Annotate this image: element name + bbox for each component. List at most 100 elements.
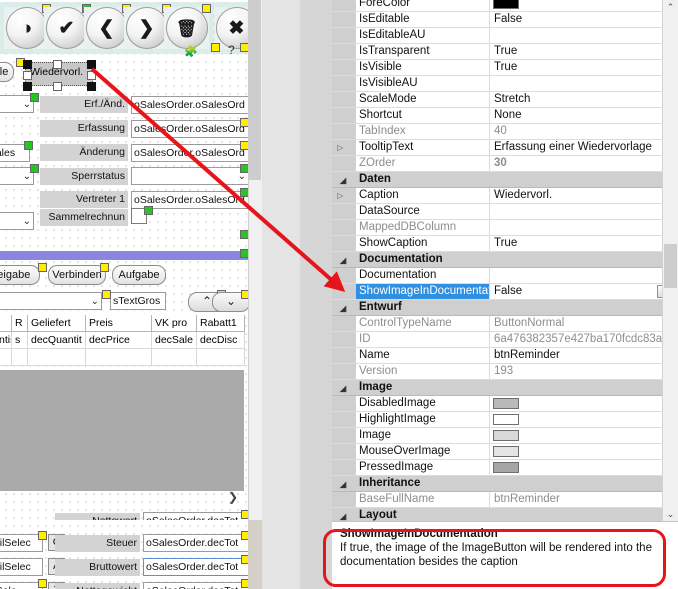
field-value[interactable]: oSalesOrder.decTot <box>143 534 248 552</box>
selection-handle[interactable] <box>23 71 32 80</box>
resize-handle[interactable] <box>30 164 39 173</box>
property-row[interactable]: Documentation <box>332 268 678 284</box>
category-collapse-icon[interactable]: ◢ <box>340 256 349 265</box>
field-value[interactable]: oSalesOrder.oSalesOrd <box>131 144 248 162</box>
property-value[interactable] <box>489 268 678 283</box>
property-name[interactable]: ID <box>356 332 489 347</box>
resize-handle[interactable] <box>100 263 109 272</box>
resize-handle[interactable] <box>241 555 248 564</box>
property-row[interactable]: ◢Daten <box>332 172 678 188</box>
grid-cell[interactable] <box>86 349 152 366</box>
property-value[interactable]: images/NVButton4.png <box>489 396 678 411</box>
resize-handle[interactable] <box>240 230 248 239</box>
property-row[interactable]: Version193 <box>332 364 678 380</box>
property-value[interactable]: btnReminder <box>489 348 678 363</box>
property-grid-scrollbar-thumb[interactable] <box>664 244 677 288</box>
toolbar-button-next[interactable]: ❯ <box>124 7 169 49</box>
selection-handle[interactable] <box>87 71 96 80</box>
property-name[interactable]: Image <box>356 380 676 395</box>
resize-handle[interactable] <box>240 141 248 150</box>
property-name[interactable]: ShowCaption <box>356 236 489 251</box>
grid-cell[interactable]: ntis <box>0 332 12 349</box>
property-row[interactable]: ShowCaptionTrue <box>332 236 678 252</box>
grid-cell[interactable]: decSale <box>152 332 197 349</box>
designer-canvas-lower[interactable]: tailSelec C Steuer oSalesOrder.decTot ta… <box>0 520 248 589</box>
property-value[interactable] <box>489 28 678 43</box>
property-row[interactable]: IsTransparentTrue <box>332 44 678 60</box>
property-name[interactable]: Version <box>356 364 489 379</box>
resize-handle[interactable] <box>240 43 248 52</box>
property-name[interactable]: Caption <box>356 188 489 203</box>
resize-handle[interactable] <box>241 290 248 299</box>
help-icon[interactable]: ? <box>228 43 235 57</box>
property-row[interactable]: TabIndex40 <box>332 124 678 140</box>
property-value[interactable]: 30 <box>489 156 678 171</box>
property-value[interactable] <box>489 220 678 235</box>
property-row[interactable]: ▷CaptionWiedervorl. <box>332 188 678 204</box>
scroll-down-arrow[interactable]: ⌄ <box>664 507 677 521</box>
property-name[interactable]: Documentation <box>356 268 489 283</box>
property-name[interactable]: Name <box>356 348 489 363</box>
resize-handle[interactable] <box>241 531 248 540</box>
combo-sperrstatus-left[interactable]: ⌄ <box>0 167 34 185</box>
property-name[interactable]: IsTransparent <box>356 44 489 59</box>
toolbar-button-check[interactable]: ✔ <box>44 7 89 49</box>
property-row[interactable]: ShowImageInDocumentationFalse⌄ <box>332 284 678 300</box>
property-row[interactable]: ▷TooltipTextErfassung einer Wiedervorlag… <box>332 140 678 156</box>
property-value[interactable] <box>489 204 678 219</box>
property-row[interactable]: BaseFullNamebtnReminder <box>332 492 678 508</box>
property-row[interactable]: ZOrder30 <box>332 156 678 172</box>
property-row[interactable]: IsEditableAU <box>332 28 678 44</box>
grid-cell[interactable] <box>12 349 28 366</box>
resize-handle[interactable] <box>240 188 248 197</box>
property-value[interactable] <box>489 76 678 91</box>
property-row[interactable]: ◢Inheritance <box>332 476 678 492</box>
field-detailselect[interactable]: tailSelec <box>0 534 43 552</box>
property-value[interactable]: btnReminder <box>489 492 678 507</box>
property-name[interactable]: PressedImage <box>356 460 489 475</box>
property-name[interactable]: Inheritance <box>356 476 676 491</box>
property-row[interactable]: NamebtnReminder <box>332 348 678 364</box>
property-row[interactable]: MappedDBColumn <box>332 220 678 236</box>
selection-handle[interactable] <box>87 60 96 69</box>
property-name[interactable]: TooltipText <box>356 140 489 155</box>
grid-cell[interactable] <box>28 349 86 366</box>
grid-header-cell[interactable] <box>0 315 12 332</box>
property-name[interactable]: IsVisible <box>356 60 489 75</box>
property-name[interactable]: IsVisibleAU <box>356 76 489 91</box>
property-expand-icon[interactable]: ▷ <box>337 191 346 200</box>
resize-handle[interactable] <box>202 4 211 13</box>
property-row[interactable]: IsVisibleTrue <box>332 60 678 76</box>
property-row[interactable]: MouseOverImageimages/NVButton2.png <box>332 444 678 460</box>
property-row[interactable]: ID6a476382357e427ba170fcdc83afb4 <box>332 332 678 348</box>
toolbar-button-delete[interactable]: 🗑 <box>164 7 209 49</box>
property-expand-icon[interactable]: ▷ <box>337 143 346 152</box>
property-row[interactable]: HighlightImage <box>332 412 678 428</box>
property-row[interactable]: ◢Layout <box>332 508 678 521</box>
grid-header-cell[interactable]: Geliefert <box>28 315 86 332</box>
toolbar-button-previous[interactable]: ❮ <box>84 7 129 49</box>
selection-handle[interactable] <box>23 82 32 91</box>
field-text-group[interactable]: sTextGros <box>110 292 166 310</box>
field-detailselect[interactable]: tailSelec <box>0 558 43 576</box>
property-value[interactable]: True <box>489 44 678 59</box>
property-row[interactable]: Imageimages/NVButton1.png <box>332 428 678 444</box>
tab-button-aufgabe[interactable]: Aufgabe <box>112 265 166 285</box>
property-name[interactable]: Documentation <box>356 252 676 267</box>
property-value[interactable]: False <box>489 12 678 27</box>
resize-handle[interactable] <box>24 141 33 150</box>
field-combo-sperrstatus[interactable]: ⌄ <box>131 167 248 185</box>
property-row[interactable]: ◢ Documentation <box>332 252 678 268</box>
property-grid[interactable]: ForeColorBlackIsEditableFalseIsEditableA… <box>332 0 678 521</box>
property-value[interactable]: images/NVButton1.png <box>489 428 678 443</box>
field-value[interactable]: oSalesOrder.decTot <box>143 558 248 576</box>
property-value[interactable]: images/NVButton2.png <box>489 444 678 459</box>
resize-handle[interactable] <box>30 93 39 102</box>
category-collapse-icon[interactable]: ◢ <box>340 384 349 393</box>
property-value[interactable]: 40 <box>489 124 678 139</box>
selection-handle[interactable] <box>53 82 62 91</box>
grid-header-cell[interactable]: VK pro <box>152 315 197 332</box>
property-row[interactable]: ControlTypeNameButtonNormal <box>332 316 678 332</box>
property-name[interactable]: Shortcut <box>356 108 489 123</box>
field-value[interactable]: oSalesOrder.decTot <box>143 582 248 589</box>
